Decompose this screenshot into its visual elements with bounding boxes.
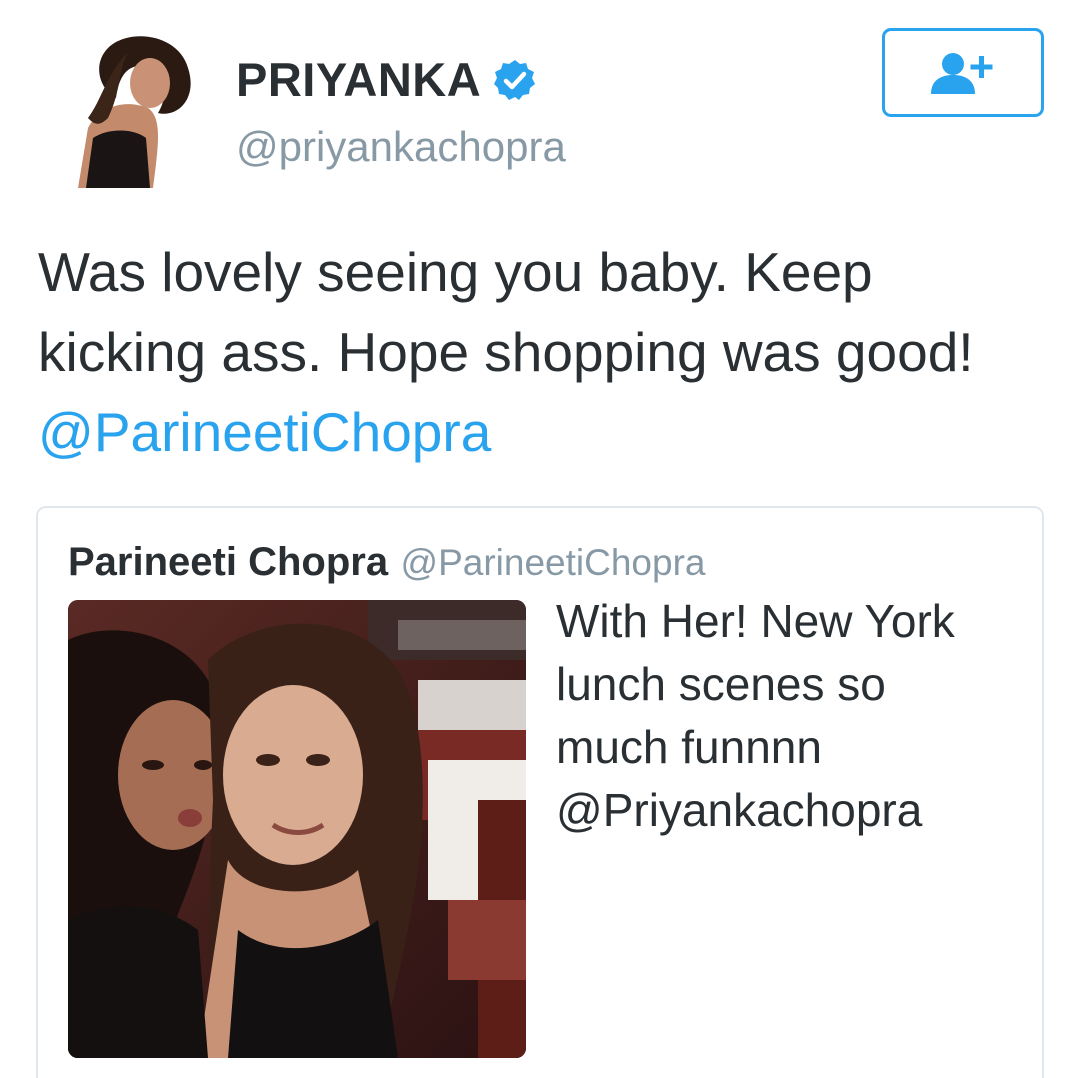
quoted-text-mention[interactable]: @Priyankachopra xyxy=(556,779,1026,842)
selfie-image xyxy=(68,600,526,1058)
tweet-text-line: kicking ass. Hope shopping was good! xyxy=(38,321,974,383)
quoted-text-line: much funnnn xyxy=(556,721,822,773)
quoted-tweet-card[interactable]: Parineeti Chopra @ParineetiChopra With H… xyxy=(36,506,1044,1078)
add-user-icon xyxy=(931,52,993,94)
author-display-name-row[interactable]: PRIYANKA xyxy=(236,52,537,108)
tweet-text: Was lovely seeing you baby. Keep kicking… xyxy=(38,232,1048,472)
author-avatar[interactable] xyxy=(38,28,198,188)
quoted-tweet-header: Parineeti Chopra @ParineetiChopra xyxy=(68,536,705,597)
tweet-text-line: Was lovely seeing you baby. Keep xyxy=(38,241,873,303)
author-handle[interactable]: @priyankachopra xyxy=(236,122,566,172)
tweet-page: PRIYANKA @priyankachopra Was lovely seei… xyxy=(0,0,1078,1078)
quoted-tweet-photo[interactable] xyxy=(68,600,526,1058)
quoted-author-handle: @ParineetiChopra xyxy=(400,542,706,583)
quoted-text-line: With Her! New York xyxy=(556,595,955,647)
tweet-mention-link[interactable]: @ParineetiChopra xyxy=(38,392,1048,472)
follow-button[interactable] xyxy=(882,28,1044,117)
quoted-tweet-text: With Her! New York lunch scenes so much … xyxy=(556,590,1026,842)
author-display-name[interactable]: PRIYANKA xyxy=(236,52,481,108)
verified-badge-icon xyxy=(493,58,537,102)
quoted-text-line: lunch scenes so xyxy=(556,658,886,710)
avatar-photo xyxy=(38,28,198,188)
quoted-author-name: Parineeti Chopra xyxy=(68,540,389,584)
